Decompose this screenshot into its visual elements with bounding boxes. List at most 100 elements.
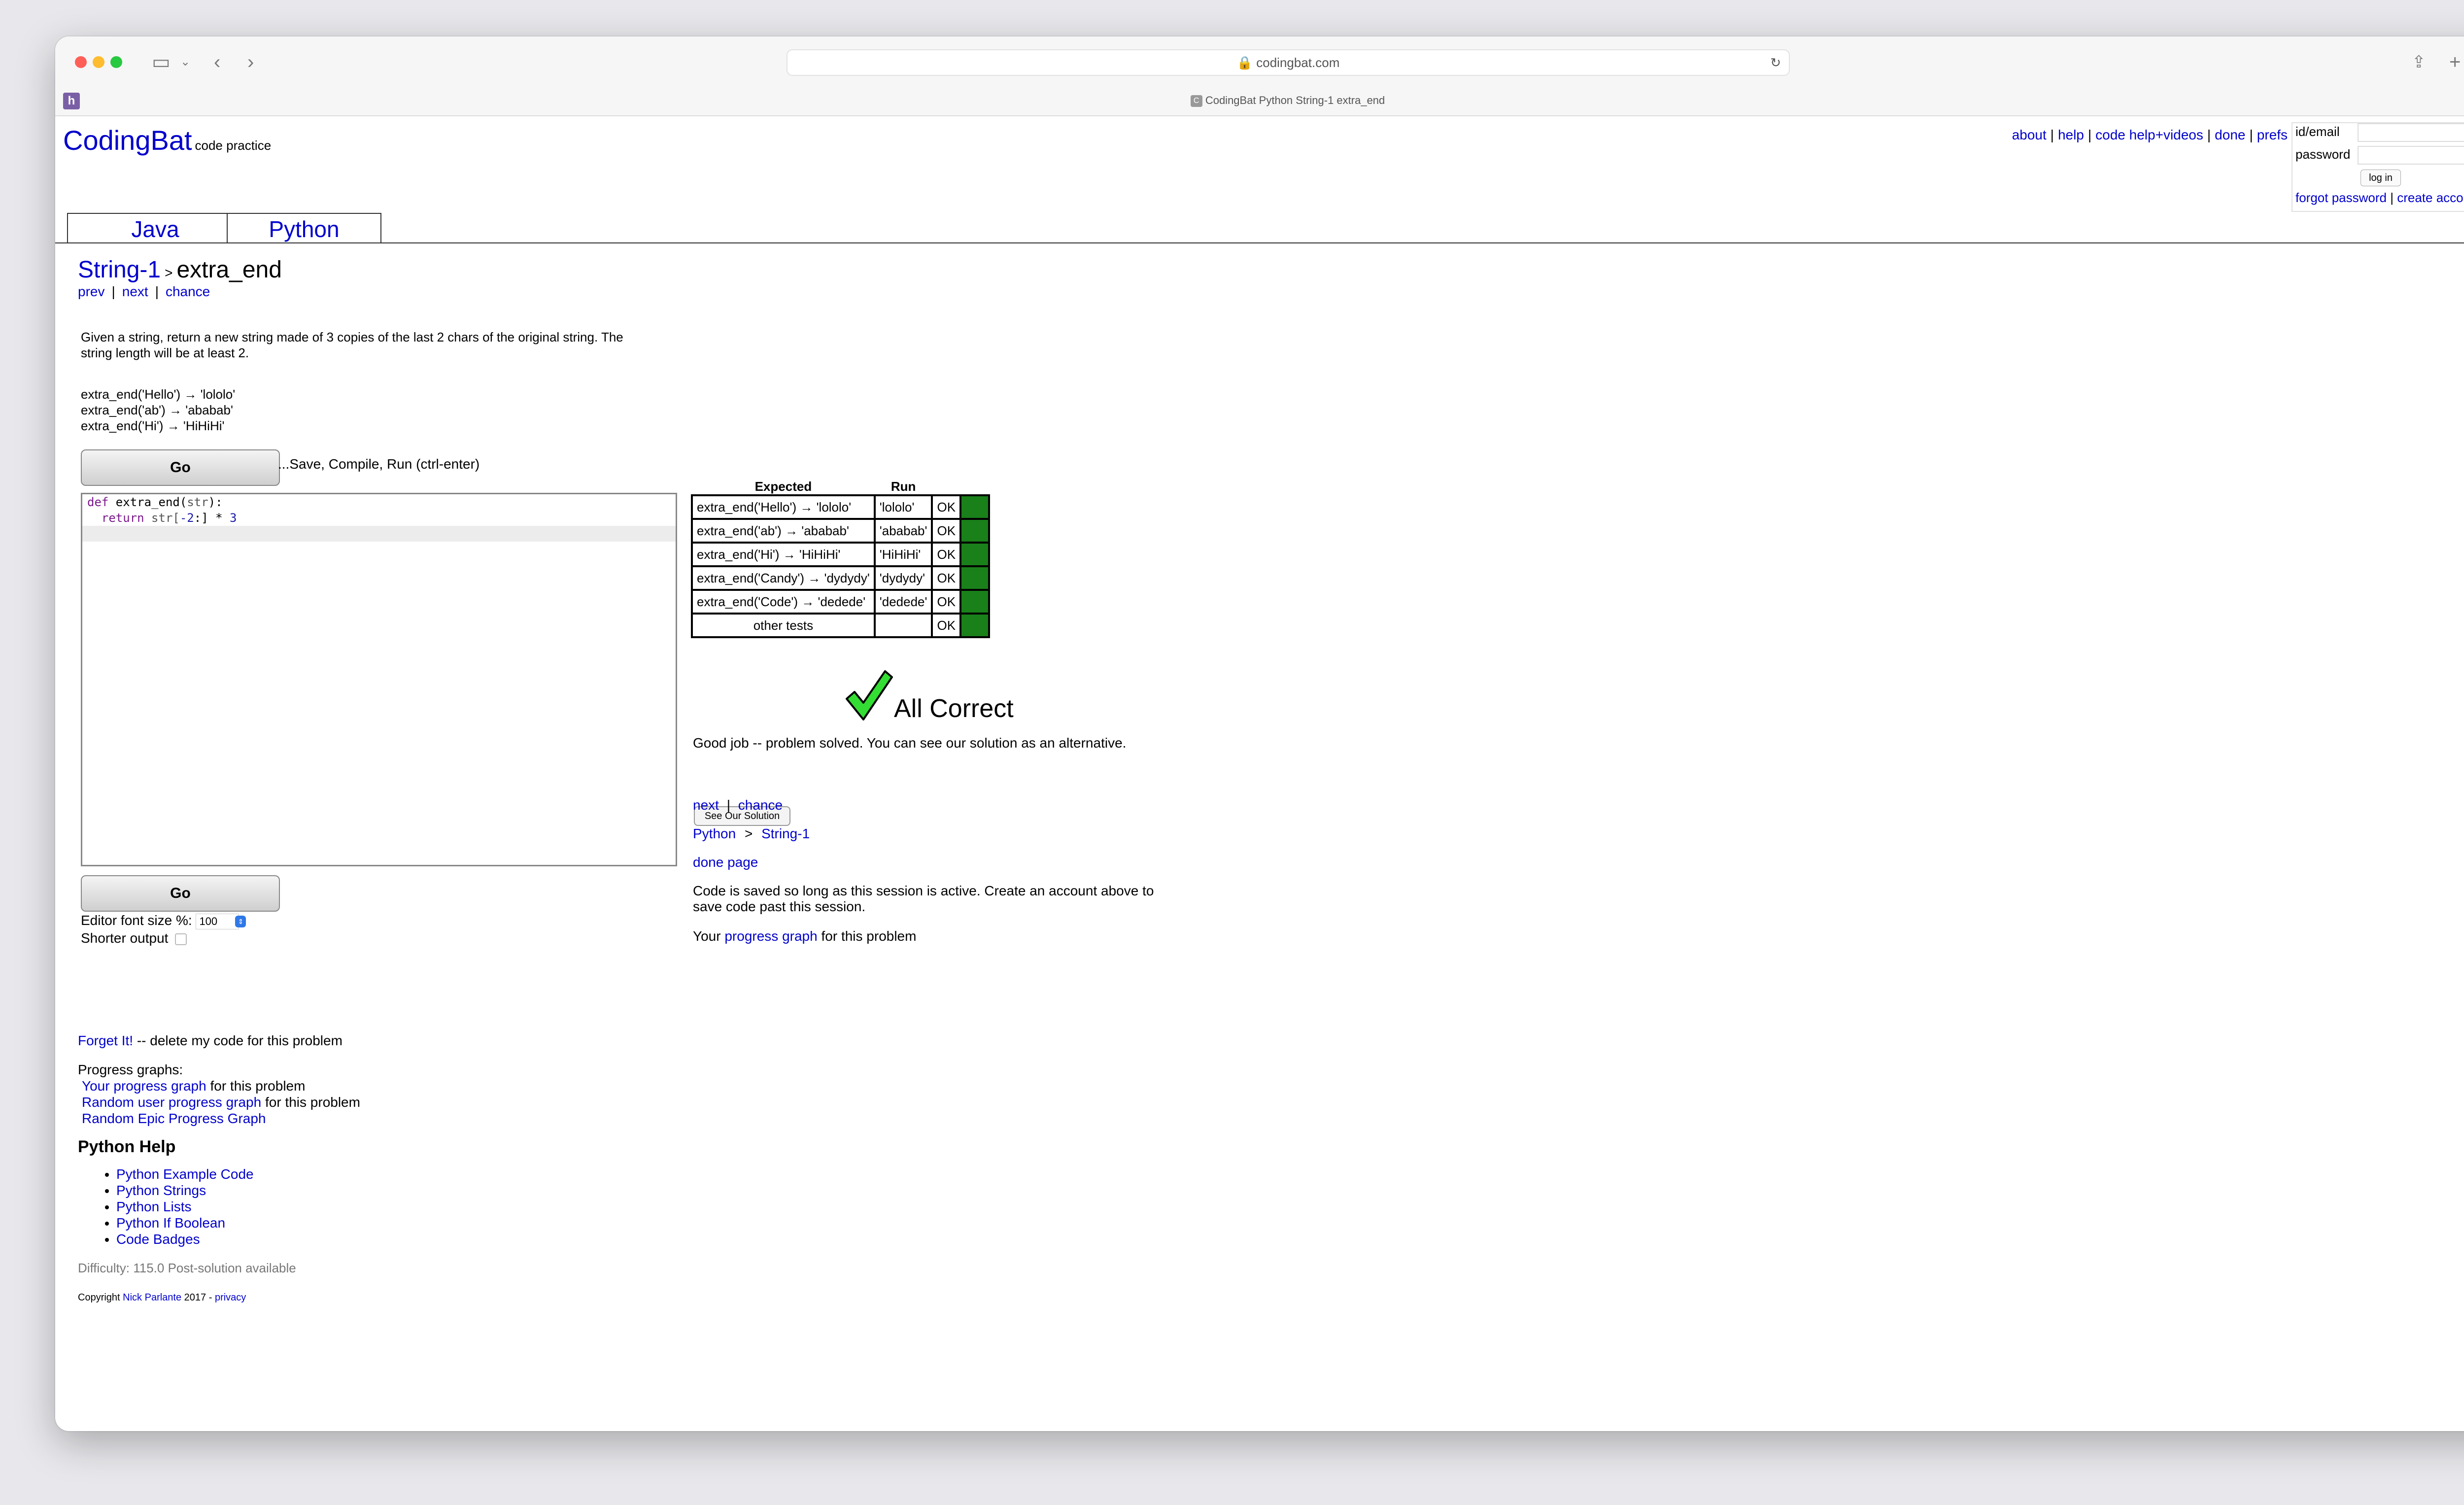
chance-link-right[interactable]: chance [738, 797, 783, 813]
separator: | [2249, 127, 2253, 142]
separator: | [726, 797, 730, 813]
forget-row: Forget It! -- delete my code for this pr… [78, 1033, 342, 1049]
tab-python[interactable]: Python [227, 213, 381, 243]
run-cell: 'dedede' [873, 589, 933, 615]
address-text: codingbat.com [1256, 55, 1340, 70]
page-content: CodingBat code practice about | help | code h… [55, 116, 2464, 1431]
login-box: id/email password log in forgot password… [2292, 122, 2464, 212]
section-breadcrumb: Python > String-1 [693, 826, 810, 842]
problem-description: Given a string, return a new string made… [81, 330, 623, 360]
category-link[interactable]: String-1 [78, 257, 161, 283]
help-link[interactable]: help [2058, 127, 2084, 142]
string1-link[interactable]: String-1 [761, 826, 810, 841]
help-link-example-code[interactable]: Python Example Code [116, 1166, 254, 1182]
privacy-link[interactable]: privacy [215, 1292, 246, 1303]
bar-header [960, 479, 989, 495]
problem-nav: prev | next | chance [78, 284, 210, 300]
run-cell [873, 613, 933, 638]
expected-cell: extra_end('Code') → 'dedede' [691, 589, 876, 615]
code-editor[interactable]: def extra_end(str): return str[-2:] * 3 [81, 493, 677, 866]
done-link[interactable]: done [2215, 127, 2245, 142]
code-token: def [87, 495, 109, 509]
tab-title: CodingBat Python String-1 extra_end [1205, 94, 1385, 106]
list-item: Python If Boolean [116, 1215, 254, 1231]
table-row: extra_end('Hi') → 'HiHiHi' 'HiHiHi' OK [691, 542, 991, 567]
run-cell: 'dydydy' [873, 565, 933, 591]
help-link-lists[interactable]: Python Lists [116, 1199, 192, 1214]
password-field[interactable] [2358, 146, 2464, 165]
help-link-strings[interactable]: Python Strings [116, 1183, 206, 1198]
random-epic-graph-link[interactable]: Random Epic Progress Graph [82, 1111, 266, 1126]
chevron-down-icon[interactable]: ⌄ [180, 50, 190, 74]
password-label: password [2295, 147, 2351, 162]
shorter-output-label: Shorter output [81, 930, 169, 946]
id-email-label: id/email [2295, 124, 2340, 139]
table-row: extra_end('Hello') → 'lololo' 'lololo' O… [691, 494, 991, 520]
separator: | [2207, 127, 2211, 142]
login-button[interactable]: log in [2361, 170, 2401, 186]
expected-cell: extra_end('Hi') → 'HiHiHi' [691, 542, 876, 567]
browser-toolbar: ▭ ⌄ ‹ › 🔒 codingbat.com ↻ ⇪ + ⧉ h C Codi… [55, 36, 2464, 116]
font-size-input[interactable]: 100 [196, 913, 240, 929]
go-button-bottom[interactable]: Go [81, 875, 280, 912]
logo-text[interactable]: CodingBat [63, 125, 192, 156]
zoom-window-button[interactable] [110, 56, 122, 68]
list-item: Python Lists [116, 1198, 254, 1215]
pass-indicator [959, 494, 991, 520]
go-button-top[interactable]: Go [81, 449, 280, 486]
next-link-right[interactable]: next [693, 797, 719, 813]
prev-link[interactable]: prev [78, 284, 104, 299]
table-row: extra_end('ab') → 'ababab' 'ababab' OK [691, 518, 991, 544]
done-page-link[interactable]: done page [693, 855, 758, 870]
tab-java[interactable]: Java [67, 213, 243, 243]
stepper-icon[interactable]: ⇕ [235, 915, 246, 927]
active-tab[interactable]: C CodingBat Python String-1 extra_end [55, 91, 2464, 110]
id-email-field[interactable] [2358, 123, 2464, 142]
example-line: extra_end('ab') → 'ababab' [81, 403, 233, 417]
font-size-label: Editor font size %: [81, 913, 192, 928]
run-cell: 'HiHiHi' [873, 542, 933, 567]
code-token: 3 [230, 511, 237, 525]
pass-indicator [959, 542, 991, 567]
shorter-output-checkbox[interactable] [175, 933, 187, 945]
next-link[interactable]: next [122, 284, 148, 299]
forgot-password-link[interactable]: forgot password [2295, 190, 2387, 205]
share-icon[interactable]: ⇪ [2412, 50, 2426, 74]
chance-link[interactable]: chance [166, 284, 210, 299]
prefs-link[interactable]: prefs [2257, 127, 2288, 142]
expected-cell: extra_end('ab') → 'ababab' [691, 518, 876, 544]
reload-icon[interactable]: ↻ [1770, 50, 1781, 75]
help-link-code-badges[interactable]: Code Badges [116, 1231, 200, 1247]
good-job-text: Good job -- problem solved. You can see … [693, 735, 1127, 751]
difficulty-text: Difficulty: 115.0 Post-solution availabl… [78, 1261, 296, 1275]
separator: | [155, 284, 159, 299]
login-links: forgot password | create account [2295, 190, 2464, 205]
close-window-button[interactable] [75, 56, 87, 68]
forget-it-link[interactable]: Forget It! [78, 1033, 133, 1048]
address-bar[interactable]: 🔒 codingbat.com ↻ [787, 49, 1790, 76]
separator: | [2088, 127, 2092, 142]
create-account-link[interactable]: create account [2397, 190, 2464, 205]
site-logo[interactable]: CodingBat code practice [63, 124, 271, 156]
help-link-if-boolean[interactable]: Python If Boolean [116, 1215, 225, 1231]
sidebar-toggle-icon[interactable]: ▭ [152, 50, 171, 74]
font-size-option: Editor font size %: 100 ⇕ [81, 913, 246, 929]
new-tab-icon[interactable]: + [2449, 50, 2461, 74]
code-token: return [87, 511, 144, 525]
your-progress-graph-link[interactable]: Your progress graph [82, 1078, 206, 1094]
back-arrow-icon[interactable]: ‹ [214, 50, 220, 74]
list-item: Python Example Code [116, 1166, 254, 1182]
code-help-videos-link[interactable]: code help+videos [2095, 127, 2203, 142]
status-cell: OK [931, 518, 962, 544]
forward-arrow-icon[interactable]: › [247, 50, 254, 74]
python-link[interactable]: Python [693, 826, 736, 841]
author-link[interactable]: Nick Parlante [123, 1292, 181, 1303]
minimize-window-button[interactable] [93, 56, 104, 68]
status-cell: OK [931, 589, 962, 615]
status-cell: OK [931, 613, 962, 638]
run-cell: 'lololo' [873, 494, 933, 520]
about-link[interactable]: about [2012, 127, 2047, 142]
progress-graph-link[interactable]: progress graph [724, 928, 817, 944]
random-user-graph-link[interactable]: Random user progress graph [82, 1095, 261, 1110]
forget-desc: -- delete my code for this problem [137, 1033, 342, 1048]
